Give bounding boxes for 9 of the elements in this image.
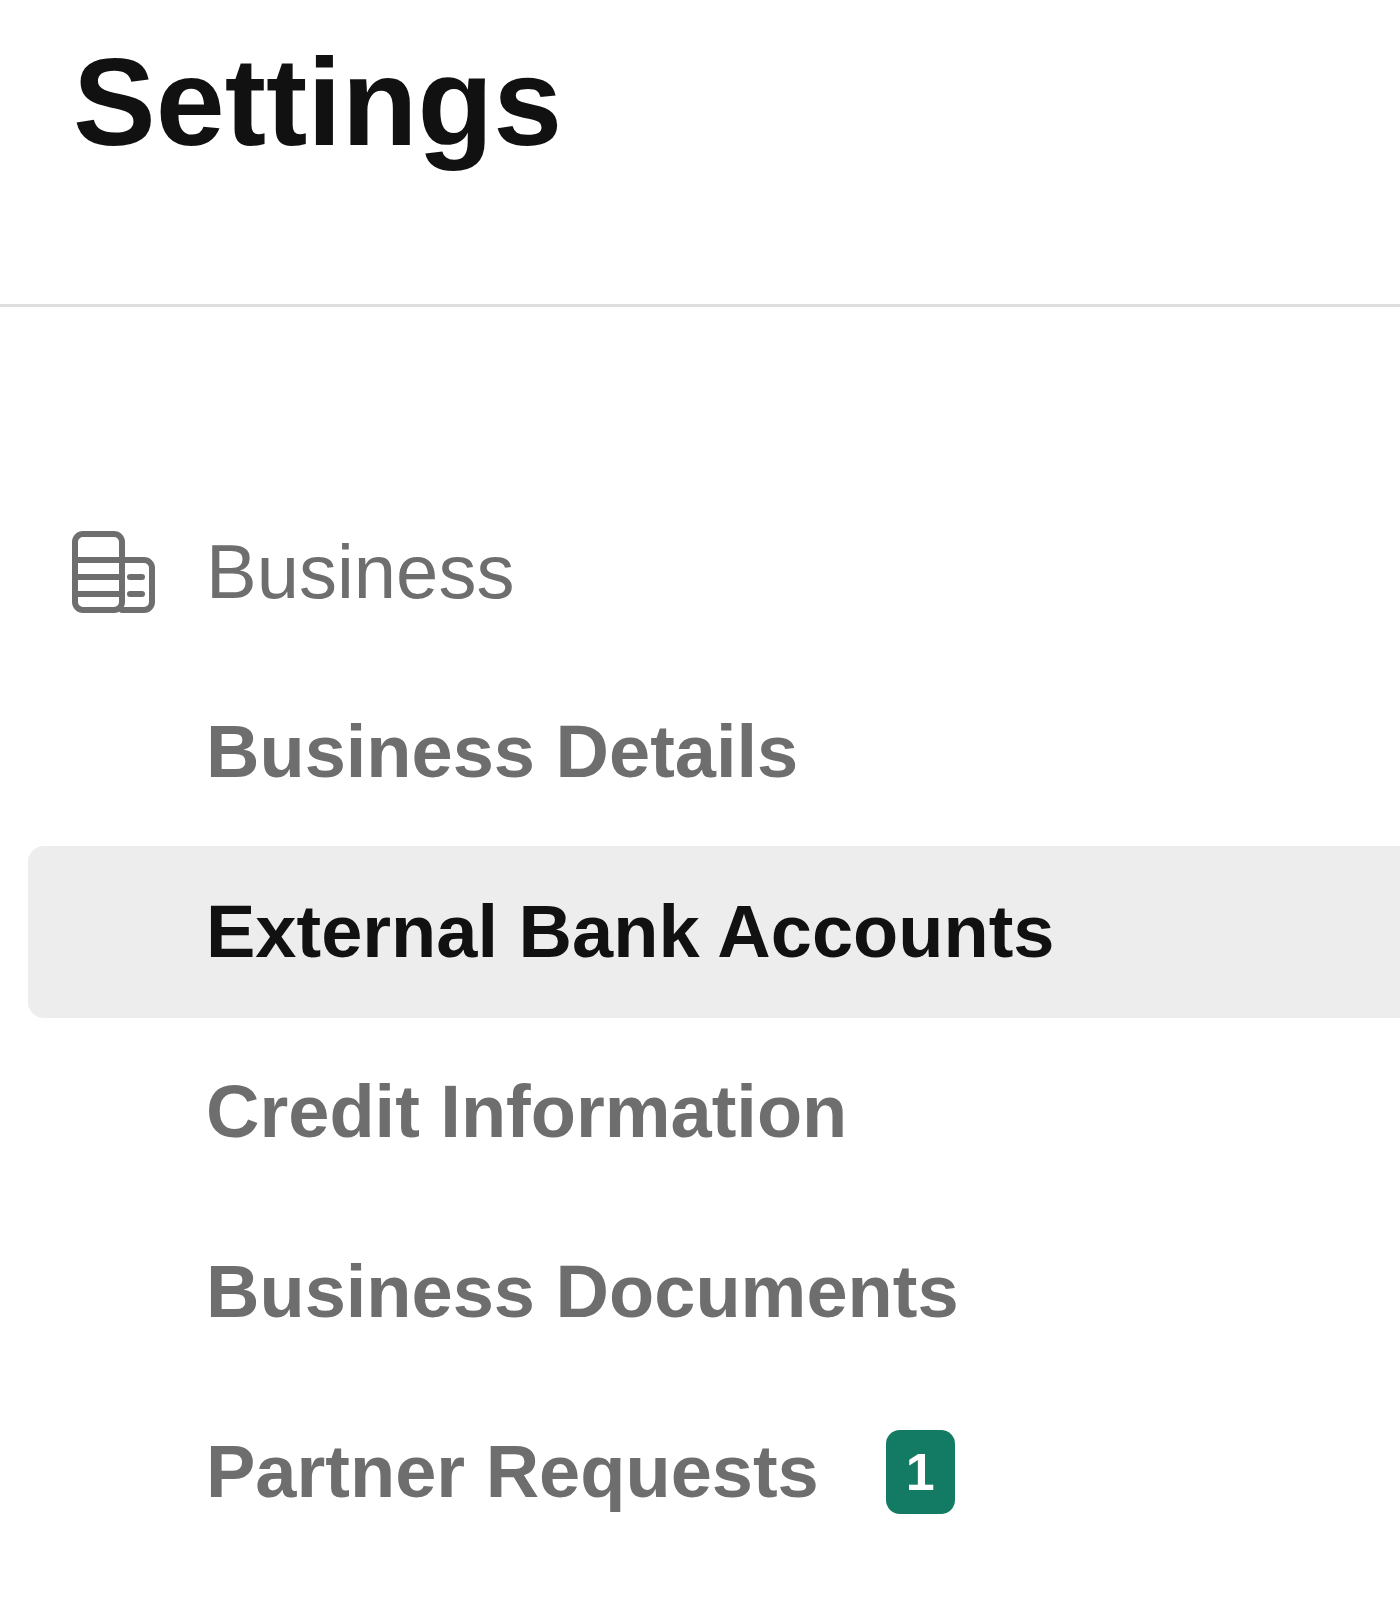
sidebar-item[interactable]: External Bank Accounts [28, 846, 1400, 1018]
section-heading: Business [206, 528, 515, 617]
page-title: Settings [73, 32, 563, 173]
building-icon [72, 531, 155, 613]
count-badge: 1 [885, 1430, 955, 1514]
sidebar-item[interactable]: Business Details [28, 666, 1400, 838]
sidebar-item[interactable]: Partner Requests 1 [28, 1386, 1400, 1558]
sidebar-item[interactable]: Credit Information [28, 1026, 1400, 1198]
sidebar-item[interactable]: Business Documents [28, 1206, 1400, 1378]
